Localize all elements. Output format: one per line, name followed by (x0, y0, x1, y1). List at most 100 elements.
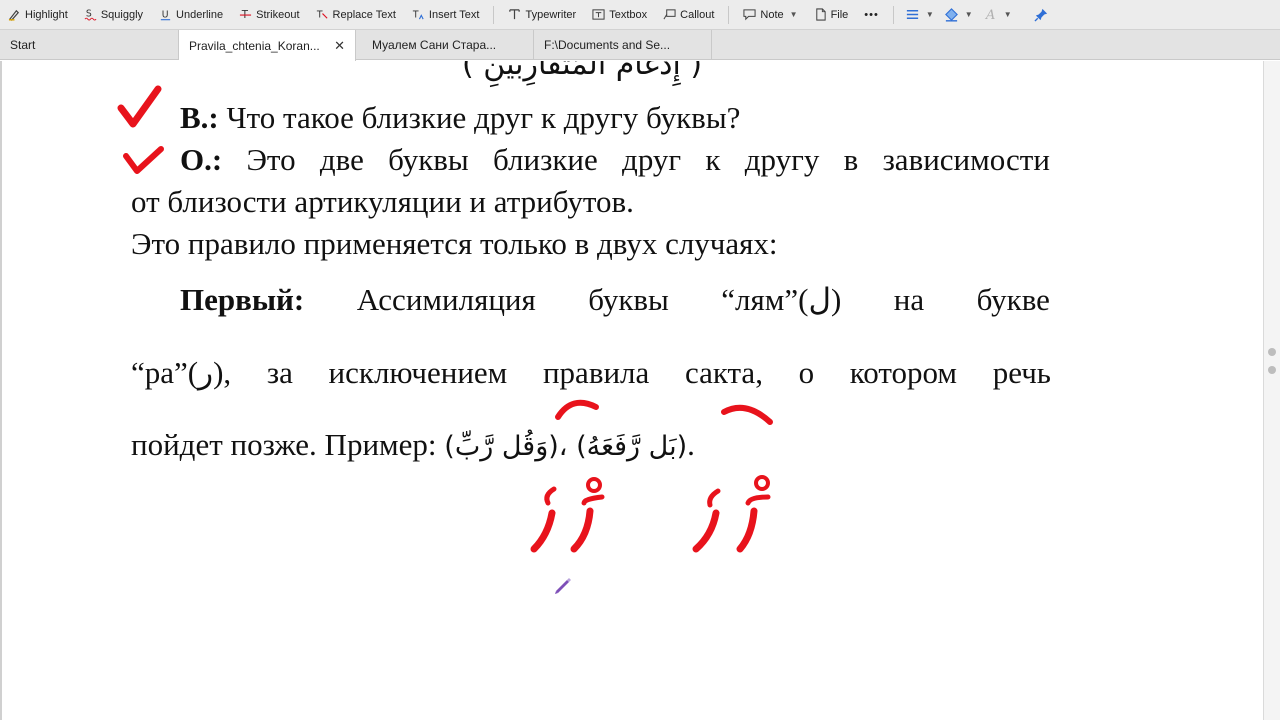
file-button[interactable]: File (806, 0, 857, 30)
checkmark-icon[interactable] (117, 85, 163, 131)
insert-text-label: Insert Text (428, 8, 480, 21)
first-rule-label: Первый: (180, 282, 305, 317)
rule-intro: Это правило применяется только в двух сл… (131, 226, 778, 261)
question-label: В.: (180, 100, 219, 135)
callout-button[interactable]: Callout (655, 0, 722, 30)
answer-word: близкие (493, 142, 598, 177)
tab-start[interactable]: Start (0, 30, 179, 60)
first-rule-line: Первый: Ассимиляция буквы “лям”(ل) на бу… (180, 282, 1050, 318)
answer-word: другу (744, 142, 820, 177)
example-end: . (687, 427, 695, 462)
file-attach-icon (815, 8, 826, 21)
ink-arc[interactable] (718, 400, 778, 430)
answer-word: к (705, 142, 721, 177)
callout-label: Callout (680, 8, 715, 21)
strikeout-label: Strikeout (256, 8, 300, 21)
textbox-icon (592, 9, 605, 20)
font-italic-icon: A (985, 8, 995, 22)
answer-label: О.: (180, 142, 223, 177)
line-weight-icon (906, 10, 918, 19)
tab-label: F:\Documents and Se... (544, 38, 671, 52)
answer-word: друг (622, 142, 682, 177)
tab-label: Муалем Сани Стара... (372, 38, 497, 52)
chevron-down-icon[interactable]: ▼ (965, 10, 973, 19)
question-line: В.: Что такое близкие друг к другу буквы… (180, 100, 740, 136)
tab-mualem-sani[interactable]: Муалем Сани Стара... (356, 30, 534, 60)
svg-text:T: T (316, 9, 323, 20)
squiggly-icon: S (84, 8, 97, 21)
insert-text-icon: T (412, 9, 424, 20)
document-viewer[interactable]: ( إِدْغَامُ الْمُتَقَارِبَيْنِ ) В.: Что… (0, 61, 1263, 720)
callout-icon (663, 9, 676, 20)
rule-word: “лям”(ل) (721, 282, 842, 317)
arabic-example: (بَل رَّفَعَهُ) (576, 431, 688, 462)
chevron-down-icon[interactable]: ▼ (790, 10, 798, 19)
arabic-example: (وَقُل رَّبِّ) (444, 431, 559, 462)
ink-arc[interactable] (552, 395, 602, 425)
svg-text:T: T (412, 9, 419, 20)
annotation-toolbar: Highlight S Squiggly U Underline T Strik… (0, 0, 1280, 30)
pen-cursor-icon (555, 578, 571, 594)
fill-color-button[interactable]: ▼ (939, 0, 978, 30)
chevron-down-icon[interactable]: ▼ (926, 10, 934, 19)
arabic-heading: ( إِدْغَامُ الْمُتَقَارِبَيْنِ ) (462, 61, 703, 82)
strikeout-button[interactable]: T Strikeout (231, 0, 307, 30)
rule-word: правила (542, 355, 650, 390)
answer-word: в (843, 142, 859, 177)
textbox-button[interactable]: Textbox (584, 0, 655, 30)
rule-word: букве (976, 282, 1050, 317)
close-icon[interactable]: ✕ (334, 38, 345, 54)
replace-text-button[interactable]: T Replace Text (308, 0, 404, 30)
document-tabs: Start Pravila_chtenia_Koran... ✕ Муалем … (0, 30, 1280, 61)
rule-word: исключением (328, 355, 508, 390)
svg-text:S: S (86, 8, 92, 19)
typewriter-icon (509, 9, 521, 20)
highlight-button[interactable]: Highlight (0, 0, 76, 30)
toolbar-divider (493, 5, 495, 24)
scroll-marker[interactable] (1268, 348, 1276, 356)
rule-line: “ра”(ر), за исключением правила сакта, о… (131, 355, 1051, 391)
toolbar-divider (728, 5, 730, 24)
highlight-label: Highlight (25, 8, 68, 21)
svg-text:A: A (985, 8, 995, 22)
svg-text:U: U (162, 9, 169, 20)
chevron-down-icon[interactable]: ▼ (1004, 10, 1012, 19)
rule-word: за (266, 355, 293, 390)
note-icon (743, 9, 756, 21)
rule-word: Ассимиляция (356, 282, 536, 317)
arabic-comma: ، (558, 431, 577, 462)
note-button[interactable]: Note ▼ (735, 0, 805, 30)
underline-label: Underline (176, 8, 224, 21)
font-style-button[interactable]: A ▼ (978, 0, 1017, 30)
textbox-label: Textbox (609, 8, 648, 21)
squiggly-label: Squiggly (100, 8, 144, 21)
more-icon: ••• (864, 8, 879, 21)
rule-word: сакта, (684, 355, 763, 390)
rule-word: буквы (588, 282, 669, 317)
squiggly-button[interactable]: S Squiggly (76, 0, 151, 30)
page-edge (0, 61, 2, 720)
line-style-button[interactable]: ▼ (900, 0, 939, 30)
rule-word: о (798, 355, 815, 390)
strikeout-icon: T (240, 10, 252, 21)
rule-word: речь (992, 355, 1051, 390)
answer-word: две (319, 142, 364, 177)
vertical-scrollbar[interactable] (1263, 61, 1280, 720)
typewriter-button[interactable]: Typewriter (500, 0, 584, 30)
underline-button[interactable]: U Underline (151, 0, 231, 30)
replace-text-icon: T (316, 9, 328, 20)
handwritten-ra-pair[interactable] (524, 473, 614, 559)
more-tools-button[interactable]: ••• (856, 0, 887, 30)
scroll-marker[interactable] (1268, 366, 1276, 374)
answer-line: О.: Это две буквы близкие друг к другу в… (180, 142, 1050, 178)
insert-text-button[interactable]: T Insert Text (404, 0, 488, 30)
example-intro: пойдет позже. Пример: (131, 427, 445, 462)
answer-word: Это (246, 142, 296, 177)
rule-word: котором (849, 355, 958, 390)
tab-pravila-chtenia[interactable]: Pravila_chtenia_Koran... ✕ (179, 30, 356, 61)
tab-documents-path[interactable]: F:\Documents and Se... (534, 30, 712, 60)
tab-label: Pravila_chtenia_Koran... (189, 38, 320, 53)
handwritten-ra-pair[interactable] (684, 475, 780, 559)
pin-toolbar-button[interactable] (1029, 0, 1054, 30)
checkmark-icon[interactable] (123, 145, 165, 177)
